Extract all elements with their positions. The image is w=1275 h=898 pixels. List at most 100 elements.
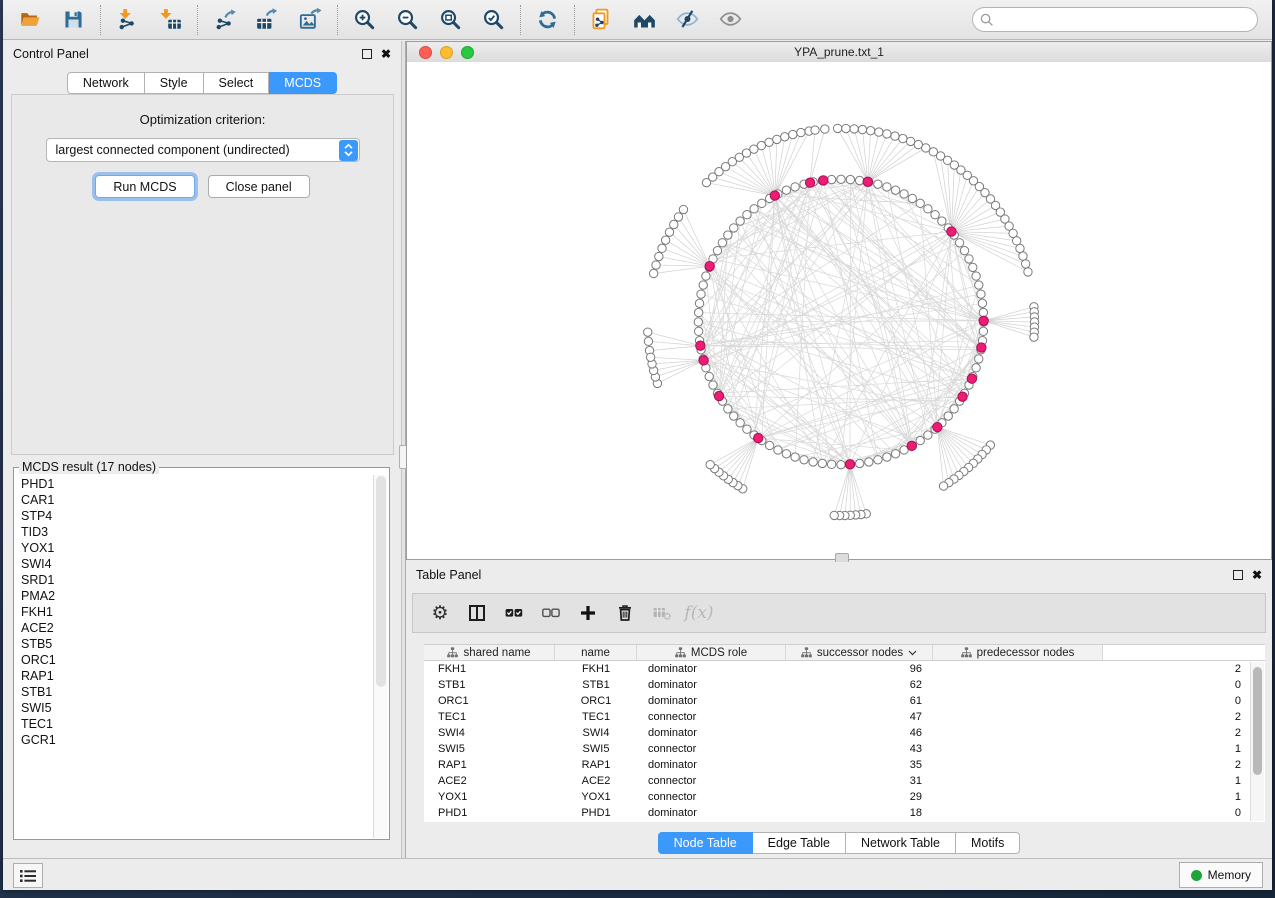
- graph-mcds-hub-node[interactable]: [770, 191, 779, 200]
- graph-satellite-node[interactable]: [652, 261, 660, 269]
- list-item[interactable]: ORC1: [16, 652, 373, 668]
- cell-predecessor-nodes[interactable]: 0: [933, 807, 1265, 819]
- cell-successor-nodes[interactable]: 61: [786, 695, 933, 707]
- graph-node[interactable]: [743, 425, 751, 433]
- refresh-icon[interactable]: [526, 3, 569, 37]
- graph-node[interactable]: [944, 412, 952, 420]
- graph-satellite-node[interactable]: [665, 228, 673, 236]
- graph-satellite-node[interactable]: [866, 127, 874, 135]
- cell-predecessor-nodes[interactable]: 2: [933, 663, 1265, 675]
- tab-edge-table[interactable]: Edge Table: [753, 832, 846, 854]
- table-scrollbar[interactable]: [1250, 662, 1264, 821]
- graph-node[interactable]: [695, 299, 703, 307]
- cell-name[interactable]: STB1: [555, 679, 637, 691]
- select-all-icon[interactable]: [499, 598, 529, 628]
- column-header-successor-nodes[interactable]: successor nodes: [786, 645, 933, 660]
- list-item[interactable]: RAP1: [16, 668, 373, 684]
- table-row[interactable]: PHD1PHD1dominator180: [424, 805, 1265, 821]
- add-column-icon[interactable]: [573, 598, 603, 628]
- open-file-icon[interactable]: [9, 3, 52, 37]
- graph-node[interactable]: [955, 239, 963, 247]
- graph-mcds-hub-node[interactable]: [819, 176, 828, 185]
- list-item[interactable]: FKH1: [16, 604, 373, 620]
- list-item[interactable]: SRD1: [16, 572, 373, 588]
- tab-node-table[interactable]: Node Table: [658, 832, 753, 854]
- zoom-in-icon[interactable]: [343, 3, 386, 37]
- graph-satellite-node[interactable]: [1021, 260, 1029, 268]
- graph-node[interactable]: [736, 217, 744, 225]
- cell-MCDS-role[interactable]: dominator: [637, 695, 786, 707]
- graph-node[interactable]: [697, 290, 705, 298]
- table-row[interactable]: FKH1FKH1dominator962: [424, 661, 1265, 677]
- cell-MCDS-role[interactable]: connector: [637, 711, 786, 723]
- graph-mcds-hub-node[interactable]: [933, 422, 942, 431]
- network-window-titlebar[interactable]: YPA_prune.txt_1: [407, 42, 1271, 63]
- cell-name[interactable]: YOX1: [555, 791, 637, 803]
- graph-mcds-hub-node[interactable]: [977, 343, 986, 352]
- clone-network-icon[interactable]: [580, 3, 623, 37]
- cell-name[interactable]: RAP1: [555, 759, 637, 771]
- graph-mcds-hub-node[interactable]: [863, 177, 872, 186]
- graph-node[interactable]: [827, 175, 835, 183]
- cell-MCDS-role[interactable]: connector: [637, 775, 786, 787]
- graph-satellite-node[interactable]: [1019, 252, 1027, 260]
- graph-node[interactable]: [699, 281, 707, 289]
- graph-satellite-node[interactable]: [833, 124, 841, 132]
- zoom-out-icon[interactable]: [386, 3, 429, 37]
- graph-node[interactable]: [736, 419, 744, 427]
- list-item[interactable]: ACE2: [16, 620, 373, 636]
- cell-MCDS-role[interactable]: dominator: [637, 759, 786, 771]
- export-table-icon[interactable]: [246, 3, 289, 37]
- graph-satellite-node[interactable]: [939, 482, 947, 490]
- graph-node[interactable]: [979, 327, 987, 335]
- graph-satellite-node[interactable]: [830, 511, 838, 519]
- graph-node[interactable]: [924, 431, 932, 439]
- graph-node[interactable]: [791, 453, 799, 461]
- graph-node[interactable]: [809, 458, 817, 466]
- list-item[interactable]: PHD1: [16, 476, 373, 492]
- list-item[interactable]: CAR1: [16, 492, 373, 508]
- network-canvas[interactable]: [407, 62, 1271, 559]
- graph-node[interactable]: [931, 211, 939, 219]
- graph-satellite-node[interactable]: [811, 126, 819, 134]
- graph-node[interactable]: [782, 450, 790, 458]
- graph-satellite-node[interactable]: [679, 205, 687, 213]
- graph-satellite-node[interactable]: [706, 460, 714, 468]
- table-row[interactable]: SWI4SWI4dominator462: [424, 725, 1265, 741]
- graph-node[interactable]: [791, 183, 799, 191]
- cell-predecessor-nodes[interactable]: 1: [933, 775, 1265, 787]
- graph-satellite-node[interactable]: [765, 138, 773, 146]
- graph-node[interactable]: [924, 205, 932, 213]
- graph-node[interactable]: [874, 180, 882, 188]
- graph-node[interactable]: [965, 255, 973, 263]
- cell-shared-name[interactable]: RAP1: [424, 759, 555, 771]
- cell-successor-nodes[interactable]: 47: [786, 711, 933, 723]
- deselect-all-icon[interactable]: [536, 598, 566, 628]
- graph-node[interactable]: [818, 459, 826, 467]
- optimization-criterion-select[interactable]: largest connected component (undirected): [46, 138, 360, 162]
- graph-satellite-node[interactable]: [842, 124, 850, 132]
- cell-successor-nodes[interactable]: 46: [786, 727, 933, 739]
- graph-node[interactable]: [960, 246, 968, 254]
- graph-satellite-node[interactable]: [899, 134, 907, 142]
- cell-shared-name[interactable]: ORC1: [424, 695, 555, 707]
- show-columns-icon[interactable]: [462, 598, 492, 628]
- column-header-shared-name[interactable]: shared name: [424, 645, 555, 660]
- graph-node[interactable]: [705, 372, 713, 380]
- graph-node[interactable]: [724, 405, 732, 413]
- graph-node[interactable]: [916, 436, 924, 444]
- graph-node[interactable]: [975, 355, 983, 363]
- graph-node[interactable]: [883, 453, 891, 461]
- graph-node[interactable]: [908, 194, 916, 202]
- graph-node[interactable]: [979, 308, 987, 316]
- cell-shared-name[interactable]: SWI4: [424, 727, 555, 739]
- table-row[interactable]: RAP1RAP1dominator352: [424, 757, 1265, 773]
- graph-node[interactable]: [743, 211, 751, 219]
- list-item[interactable]: YOX1: [16, 540, 373, 556]
- scrollbar-thumb[interactable]: [376, 476, 386, 687]
- graph-node[interactable]: [702, 272, 710, 280]
- tab-network-table[interactable]: Network Table: [846, 832, 956, 854]
- graph-mcds-hub-node[interactable]: [753, 433, 762, 442]
- cell-successor-nodes[interactable]: 35: [786, 759, 933, 771]
- graph-mcds-hub-node[interactable]: [947, 227, 956, 236]
